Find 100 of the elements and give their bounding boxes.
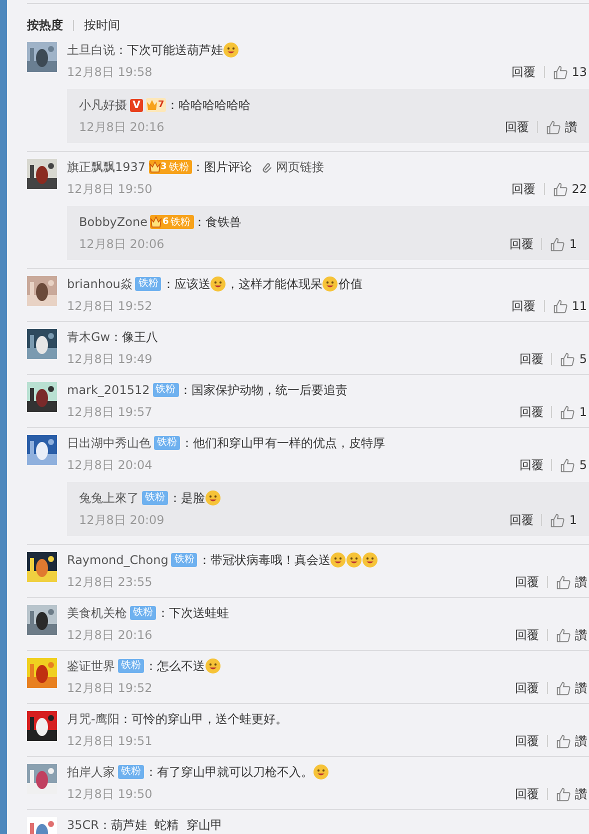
- comment-text: ：哈哈哈哈哈哈: [166, 96, 250, 114]
- fan-badge: 铁粉: [130, 606, 156, 620]
- reply-link[interactable]: 回覆: [509, 512, 534, 528]
- level-number: 3: [160, 162, 167, 172]
- reply-link[interactable]: 回覆: [519, 350, 544, 368]
- comment-text: ：怎么不送: [145, 658, 205, 674]
- emoji-icon: [205, 490, 221, 506]
- reply-link[interactable]: 回覆: [505, 118, 529, 136]
- thumbs-up-icon[interactable]: [560, 404, 576, 420]
- like-count[interactable]: 5: [579, 352, 587, 366]
- thumbs-up-icon[interactable]: [560, 352, 576, 366]
- comment-text: ：下次送蛙蛙: [157, 604, 229, 622]
- comment-time: 12月8日 20:09: [79, 512, 164, 528]
- web-link[interactable]: 网页链接: [262, 158, 324, 176]
- thumbs-up-icon[interactable]: [556, 734, 571, 748]
- fan-badge: 铁粉: [118, 659, 144, 673]
- thumbs-up-icon[interactable]: [556, 786, 571, 802]
- comment-text: ：应该送: [162, 276, 210, 292]
- comment-text: ：食铁兽: [194, 214, 242, 230]
- emoji-icon: [330, 552, 346, 568]
- emoji-icon: [346, 552, 362, 568]
- user-name[interactable]: 小凡好摄: [79, 96, 127, 114]
- user-name[interactable]: BobbyZone: [79, 215, 148, 229]
- user-name[interactable]: Raymond_Chong: [67, 553, 168, 567]
- reply-link[interactable]: 回覆: [515, 626, 539, 644]
- thumbs-up-icon[interactable]: [546, 120, 561, 134]
- emoji-icon: [362, 552, 378, 568]
- emoji-icon: [223, 42, 239, 58]
- like-count[interactable]: 13: [572, 65, 587, 79]
- user-name[interactable]: 35CR: [67, 818, 99, 832]
- thumbs-up-icon[interactable]: [550, 236, 566, 252]
- user-name[interactable]: 土旦白说: [67, 42, 115, 58]
- user-name[interactable]: 拍岸人家: [67, 764, 115, 780]
- thumbs-up-icon[interactable]: [552, 298, 568, 314]
- reply-link[interactable]: 回覆: [515, 574, 539, 590]
- reply-link[interactable]: 回覆: [515, 786, 539, 802]
- user-name[interactable]: 鉴证世界: [67, 658, 115, 674]
- comment-time: 12月8日 20:06: [79, 236, 164, 252]
- fan-badge: 铁粉: [142, 491, 168, 505]
- comment-time: 12月8日 19:50: [67, 180, 152, 198]
- comment-text: ：带冠状病毒哦！真会送: [198, 552, 330, 568]
- fan-badge: 铁粉: [118, 765, 144, 779]
- user-name[interactable]: mark_201512: [67, 383, 150, 397]
- reply-link[interactable]: 回覆: [509, 236, 534, 252]
- like-count[interactable]: 讚: [575, 732, 587, 750]
- comment-text: 价值: [338, 276, 362, 292]
- thumbs-up-icon[interactable]: [552, 182, 568, 196]
- like-count[interactable]: 1: [569, 513, 577, 527]
- thumbs-up-icon[interactable]: [560, 458, 576, 472]
- like-count[interactable]: 讚: [575, 574, 587, 590]
- reply-link[interactable]: 回覆: [515, 732, 539, 750]
- user-name[interactable]: brianhou焱: [67, 276, 132, 292]
- user-name[interactable]: 日出湖中秀山色: [67, 434, 151, 452]
- reply-link[interactable]: 回覆: [519, 404, 544, 420]
- emoji-icon: [313, 764, 329, 780]
- like-count[interactable]: 11: [572, 299, 587, 313]
- comment-text: ：葫芦娃 蛇精 穿山甲: [99, 816, 222, 834]
- sort-tab[interactable]: 按时间: [84, 16, 120, 34]
- fan-label: 铁粉: [170, 216, 191, 229]
- link-text[interactable]: 网页链接: [276, 158, 324, 176]
- comment-text: ：他们和穿山甲有一样的优点，皮特厚: [181, 434, 385, 452]
- user-name[interactable]: 旗正飘飘1937: [67, 158, 146, 176]
- thumbs-up-icon[interactable]: [552, 64, 568, 80]
- user-name[interactable]: 青木Gw: [67, 328, 110, 346]
- comment-time: 12月8日 19:57: [67, 404, 152, 420]
- reply-link[interactable]: 回覆: [512, 64, 536, 80]
- comment-text: ：图片评论: [192, 158, 252, 176]
- verified-badge: V: [130, 98, 143, 112]
- like-count[interactable]: 讚: [565, 118, 577, 136]
- like-count[interactable]: 22: [572, 182, 587, 196]
- like-count[interactable]: 1: [579, 405, 587, 419]
- reply-link[interactable]: 回覆: [519, 456, 544, 474]
- fan-badge: 铁粉: [171, 553, 198, 567]
- like-count[interactable]: 讚: [575, 680, 587, 696]
- comment-time: 12月8日 19:52: [67, 680, 152, 696]
- sort-tab[interactable]: 按热度: [27, 16, 63, 34]
- reply-link[interactable]: 回覆: [512, 298, 536, 314]
- comment-time: 12月8日 19:49: [67, 350, 152, 368]
- like-count[interactable]: 讚: [575, 786, 587, 802]
- user-name[interactable]: 美食机关枪: [67, 604, 127, 622]
- level-number: 7: [158, 100, 164, 110]
- comment-text: ：像王八: [110, 328, 158, 346]
- emoji-icon: [210, 276, 226, 292]
- comment-time: 12月8日 19:50: [67, 786, 152, 802]
- comment-text: ：有了穿山甲就可以刀枪不入。: [145, 764, 313, 780]
- fan-badge: 铁粉: [154, 436, 180, 450]
- thumbs-up-icon[interactable]: [556, 680, 571, 696]
- user-name[interactable]: 月咒-鹰阳: [67, 710, 120, 728]
- reply-link[interactable]: 回覆: [512, 180, 536, 198]
- thumbs-up-icon[interactable]: [556, 574, 571, 590]
- like-count[interactable]: 讚: [575, 626, 587, 644]
- user-name[interactable]: 兔兔上來了: [79, 490, 139, 506]
- thumbs-up-icon[interactable]: [556, 628, 571, 642]
- like-count[interactable]: 1: [569, 237, 577, 251]
- comment-text: ：是脸: [169, 490, 205, 506]
- fan-badge: 铁粉: [152, 383, 179, 397]
- thumbs-up-icon[interactable]: [550, 512, 566, 528]
- comment-text: ：下次可能送葫芦娃: [115, 42, 223, 58]
- like-count[interactable]: 5: [579, 458, 587, 472]
- reply-link[interactable]: 回覆: [515, 680, 539, 696]
